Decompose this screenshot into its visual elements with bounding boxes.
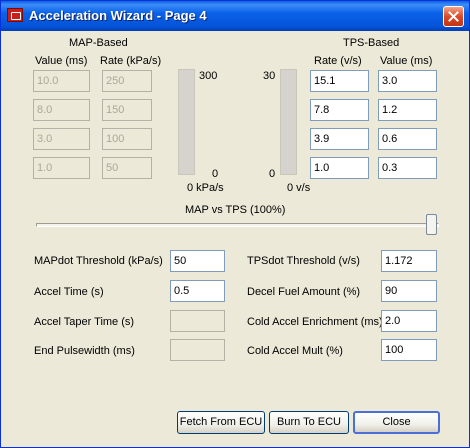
map-value-field-2[interactable]: 8.0 bbox=[33, 99, 90, 121]
close-window-button[interactable] bbox=[443, 6, 464, 27]
tps-value-field-2[interactable]: 1.2 bbox=[378, 99, 437, 121]
fetch-from-ecu-button[interactable]: Fetch From ECU bbox=[177, 411, 265, 434]
tps-gauge-max-label: 30 bbox=[263, 70, 276, 82]
tpsdot-threshold-field[interactable]: 1.172 bbox=[381, 250, 437, 272]
map-rate-column-header: Rate (kPa/s) bbox=[100, 55, 162, 67]
accel-time-label: Accel Time (s) bbox=[34, 286, 104, 298]
tps-rate-field-1[interactable]: 15.1 bbox=[310, 70, 369, 92]
map-rate-field-4[interactable]: 50 bbox=[102, 157, 152, 179]
cold-accel-enrichment-field[interactable]: 2.0 bbox=[381, 310, 437, 332]
decel-fuel-amount-field[interactable]: 90 bbox=[381, 280, 437, 302]
accel-taper-time-label: Accel Taper Time (s) bbox=[34, 316, 135, 328]
tps-rate-column-header: Rate (v/s) bbox=[314, 55, 362, 67]
mapdot-threshold-label: MAPdot Threshold (kPa/s) bbox=[34, 255, 163, 267]
tps-value-field-4[interactable]: 0.3 bbox=[378, 157, 437, 179]
window-title: Acceleration Wizard - Page 4 bbox=[29, 8, 207, 23]
map-vs-tps-slider-track[interactable] bbox=[36, 223, 439, 227]
map-gauge-min-label: 0 bbox=[212, 168, 219, 180]
tps-value-field-1[interactable]: 3.0 bbox=[378, 70, 437, 92]
mapdot-threshold-field[interactable]: 50 bbox=[170, 250, 225, 272]
cold-accel-mult-field[interactable]: 100 bbox=[381, 339, 437, 361]
accel-time-field[interactable]: 0.5 bbox=[170, 280, 225, 302]
tps-value-field-3[interactable]: 0.6 bbox=[378, 128, 437, 150]
tps-rate-field-4[interactable]: 1.0 bbox=[310, 157, 369, 179]
map-vs-tps-slider-thumb[interactable] bbox=[426, 214, 437, 235]
tps-rate-gauge bbox=[280, 69, 297, 175]
end-pulsewidth-label: End Pulsewidth (ms) bbox=[34, 345, 135, 357]
tps-value-column-header: Value (ms) bbox=[380, 55, 433, 67]
map-based-heading: MAP-Based bbox=[69, 37, 128, 49]
map-gauge-max-label: 300 bbox=[199, 70, 218, 82]
acceleration-wizard-window: Acceleration Wizard - Page 4 MAP-Based V… bbox=[0, 0, 470, 448]
decel-fuel-amount-label: Decel Fuel Amount (%) bbox=[247, 286, 361, 298]
title-bar[interactable]: Acceleration Wizard - Page 4 bbox=[1, 1, 469, 31]
map-value-field-1[interactable]: 10.0 bbox=[33, 70, 90, 92]
cold-accel-mult-label: Cold Accel Mult (%) bbox=[247, 345, 343, 357]
tps-gauge-unit-label: 0 v/s bbox=[287, 182, 311, 194]
map-value-field-4[interactable]: 1.0 bbox=[33, 157, 90, 179]
tps-rate-field-2[interactable]: 7.8 bbox=[310, 99, 369, 121]
burn-to-ecu-button[interactable]: Burn To ECU bbox=[269, 411, 349, 434]
tpsdot-threshold-label: TPSdot Threshold (v/s) bbox=[247, 255, 360, 267]
map-vs-tps-label: MAP vs TPS (100%) bbox=[185, 204, 286, 216]
map-value-field-3[interactable]: 3.0 bbox=[33, 128, 90, 150]
app-icon bbox=[7, 8, 23, 22]
tps-gauge-min-label: 0 bbox=[269, 168, 276, 180]
map-rate-field-2[interactable]: 150 bbox=[102, 99, 152, 121]
map-rate-gauge bbox=[178, 69, 195, 175]
map-value-column-header: Value (ms) bbox=[35, 55, 88, 67]
map-gauge-unit-label: 0 kPa/s bbox=[187, 182, 224, 194]
map-rate-field-3[interactable]: 100 bbox=[102, 128, 152, 150]
end-pulsewidth-field[interactable] bbox=[170, 339, 225, 361]
accel-taper-time-field[interactable] bbox=[170, 310, 225, 332]
cold-accel-enrichment-label: Cold Accel Enrichment (ms) bbox=[247, 316, 383, 328]
close-icon bbox=[448, 11, 459, 22]
tps-rate-field-3[interactable]: 3.9 bbox=[310, 128, 369, 150]
tps-based-heading: TPS-Based bbox=[343, 37, 400, 49]
close-button[interactable]: Close bbox=[353, 411, 440, 434]
map-rate-field-1[interactable]: 250 bbox=[102, 70, 152, 92]
